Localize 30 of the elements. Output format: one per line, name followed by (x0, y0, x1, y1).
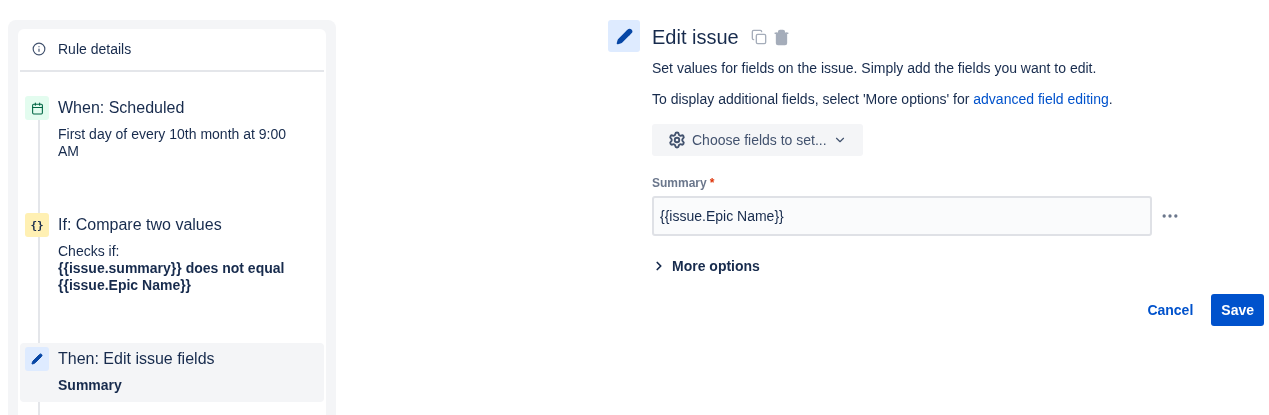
pencil-icon (608, 20, 640, 52)
rule-step[interactable]: When: Scheduled First day of every 10th month at 9:00 AM (20, 92, 324, 168)
step-title: If: Compare two values (58, 215, 223, 235)
gear-icon (668, 131, 686, 149)
rule-step[interactable]: {} If: Compare two values Checks if: {{issue.summary}} does not equal {{issue.Epic Name}} (20, 209, 324, 302)
rule-step[interactable]: Then: Edit issue fields Summary (20, 343, 324, 402)
braces-icon: {} (25, 213, 49, 237)
description: Set values for fields on the issue. Simply add the fields you want to edit. (652, 60, 1098, 76)
more-options-toggle[interactable]: More options (652, 258, 760, 274)
hint-text: To display additional fields, select 'More options' for advanced field editing. (652, 91, 1114, 107)
required-mark: * (709, 176, 715, 190)
save-button[interactable]: Save (1211, 294, 1264, 326)
cancel-button[interactable]: Cancel (1137, 294, 1204, 326)
step-detail: First day of every 10th month at 9:00 AM (58, 126, 287, 160)
editor-title: Edit issue (652, 25, 739, 49)
step-detail: Summary (58, 377, 123, 394)
trash-icon[interactable] (772, 28, 790, 46)
step-title: When: Scheduled (58, 98, 186, 118)
info-icon (32, 42, 46, 56)
choose-fields-button[interactable]: Choose fields to set... (652, 124, 863, 156)
field-label: Summary * (652, 176, 716, 190)
step-detail: Checks if: (58, 243, 121, 260)
calendar-icon (25, 96, 49, 120)
advanced-editing-link[interactable]: advanced field editing (973, 91, 1109, 107)
step-detail: {{issue.summary}} does not equal {{issue.Epic Name}} (58, 260, 286, 294)
pencil-icon (25, 347, 49, 371)
copy-icon[interactable] (750, 29, 767, 45)
step-title: Then: Edit issue fields (58, 349, 215, 369)
panel-title: Rule details (58, 41, 132, 57)
summary-field[interactable]: {{issue.Epic Name}} (652, 196, 1152, 236)
